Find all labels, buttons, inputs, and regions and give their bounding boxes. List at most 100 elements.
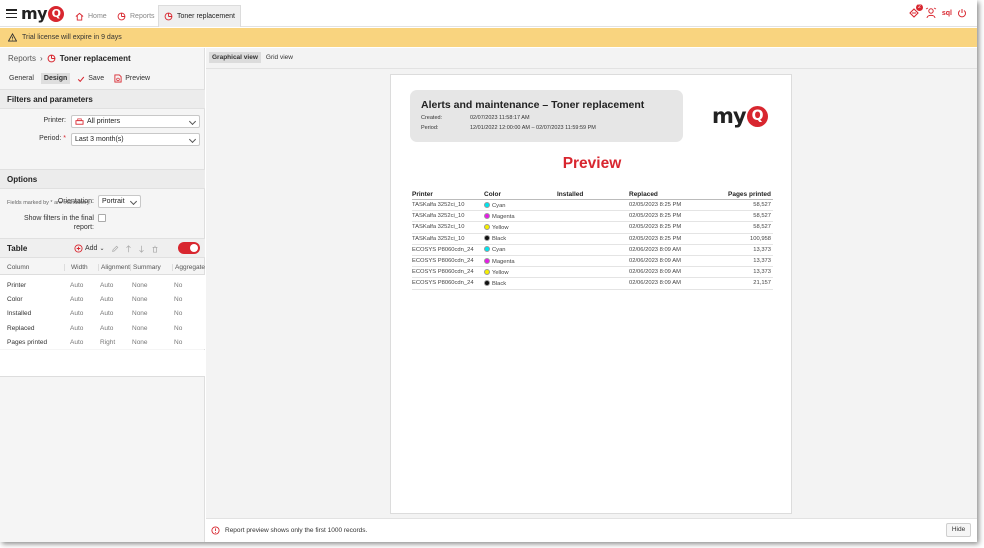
color-name: Magenta — [492, 213, 515, 220]
pages-cell: 13,373 — [753, 258, 771, 265]
save-button[interactable]: Save — [74, 73, 107, 85]
report-icon — [117, 12, 126, 20]
arrow-up-icon[interactable] — [125, 244, 132, 253]
replaced-cell: 02/05/2023 8:25 PM — [629, 235, 682, 242]
header-column: Column — [7, 263, 30, 271]
color-cell: Black — [484, 235, 557, 242]
orientation-select[interactable]: Portrait — [98, 195, 141, 208]
menu-icon[interactable] — [6, 9, 17, 18]
cell: None — [132, 310, 148, 318]
orientation-label: Orientation: — [57, 198, 94, 205]
chevron-down-icon — [188, 117, 197, 126]
cell: None — [132, 295, 148, 303]
created-value: 02/07/2023 11:58:17 AM — [470, 115, 530, 121]
breadcrumb-separator-icon: › — [40, 54, 43, 63]
table-row[interactable]: Printer Auto Auto None No — [0, 278, 205, 293]
color-cell: Yellow — [484, 268, 557, 276]
breadcrumb: Reports › Toner replacement — [8, 54, 131, 63]
color-name: Black — [492, 236, 507, 243]
cell: None — [132, 281, 148, 289]
preview-watermark: Preview — [562, 155, 622, 172]
replaced-cell: 02/06/2023 8:09 AM — [629, 269, 681, 276]
add-column-button[interactable]: Add ⌄ — [74, 244, 105, 253]
report-row: TASKalfa 3252ci_10 Black 02/05/2023 8:25 P… — [412, 234, 773, 245]
cell: No — [174, 324, 183, 332]
tab-grid-view[interactable]: Grid view — [263, 52, 296, 63]
table-row[interactable]: Color Auto Auto None No — [0, 292, 205, 307]
notifications-button[interactable]: 2 — [908, 4, 923, 19]
table-row[interactable]: Replaced Auto Auto None No — [0, 320, 205, 336]
pages-cell: 58,527 — [753, 213, 771, 220]
top-bar: my Q Home Reports Toner replacement 2 sql — [0, 0, 977, 27]
header-pages: Pages printed — [728, 190, 771, 198]
period-meta-label: Period: — [421, 125, 439, 131]
color-swatch — [484, 201, 490, 208]
color-name: Cyan — [492, 247, 506, 254]
cell: No — [174, 281, 183, 289]
table-row[interactable]: Installed Auto Auto None No — [0, 306, 205, 321]
color-swatch — [484, 257, 490, 264]
arrow-down-icon[interactable] — [138, 245, 145, 253]
cell: Auto — [70, 338, 84, 346]
printer-cell: ECOSYS P8060cdn_24 — [412, 258, 474, 265]
user-name[interactable]: sql — [942, 10, 952, 17]
cell: No — [174, 338, 183, 346]
tab-toner-replacement[interactable]: Toner replacement — [158, 5, 241, 27]
power-icon[interactable] — [957, 8, 967, 18]
check-icon — [78, 76, 85, 82]
brand-logo[interactable]: my Q — [21, 4, 65, 23]
show-filters-label-line1: Show filters in the final — [23, 215, 94, 222]
report-row: ECOSYS P8060cdn_24 Black 02/06/2023 8:09 A… — [412, 278, 773, 290]
trash-icon[interactable] — [151, 245, 159, 253]
save-label: Save — [88, 75, 105, 82]
breadcrumb-reports[interactable]: Reports — [8, 54, 36, 63]
report-row: ECOSYS P8060cdn_24 Yellow 02/06/2023 8:09 … — [412, 267, 773, 279]
printer-cell: TASKalfa 3252ci_10 — [412, 235, 465, 242]
color-cell: Cyan — [484, 246, 557, 253]
report-subnav: General Design Save Preview — [6, 72, 153, 85]
filters-heading: Filters and parameters — [0, 89, 205, 109]
preview-area: Graphical view Grid view Alerts and main… — [206, 48, 977, 518]
cell: None — [132, 324, 148, 332]
preview-button[interactable]: Preview — [111, 72, 153, 85]
show-filters-label-line2: report: — [73, 224, 94, 231]
header-summary: Summary — [130, 263, 172, 271]
edit-icon[interactable] — [111, 245, 119, 253]
columns-grid: Column Width Alignment Summary Aggregate… — [0, 260, 205, 350]
tab-reports[interactable]: Reports — [112, 5, 160, 27]
preview-icon — [114, 74, 122, 83]
report-logo: my Q — [712, 104, 768, 128]
pages-cell: 21,157 — [753, 280, 771, 287]
table-toggle[interactable] — [178, 242, 200, 254]
cell: Auto — [70, 324, 84, 332]
color-cell: Magenta — [484, 212, 557, 220]
tab-general[interactable]: General — [6, 73, 37, 84]
color-swatch — [484, 279, 490, 286]
cell: Auto — [100, 324, 114, 332]
period-select-value: Last 3 month(s) — [75, 136, 124, 143]
show-filters-checkbox[interactable] — [98, 214, 106, 222]
color-name: Yellow — [492, 224, 509, 231]
color-cell: Black — [484, 279, 557, 287]
color-swatch — [484, 246, 490, 253]
color-name: Cyan — [492, 202, 506, 209]
printer-cell: TASKalfa 3252ci_10 — [412, 224, 465, 231]
report-created: Created: 02/07/2023 11:58:17 AM — [421, 115, 530, 121]
user-icon[interactable] — [925, 7, 937, 19]
table-heading: Table — [7, 244, 28, 253]
cell: Printer — [7, 281, 27, 289]
color-cell: Cyan — [484, 201, 557, 209]
cell: No — [174, 295, 183, 303]
tab-home[interactable]: Home — [70, 5, 112, 27]
table-row[interactable]: Pages printed Auto Right None No — [0, 335, 205, 350]
printer-select[interactable]: All printers — [71, 115, 200, 128]
tab-graphical-view[interactable]: Graphical view — [209, 52, 261, 63]
color-swatch — [484, 268, 490, 275]
period-select[interactable]: Last 3 month(s) — [71, 133, 200, 146]
tab-design[interactable]: Design — [40, 73, 71, 84]
color-swatch — [484, 235, 490, 242]
color-cell: Yellow — [484, 223, 557, 231]
hide-button[interactable]: Hide — [946, 523, 971, 537]
printer-cell: TASKalfa 3252ci_10 — [412, 202, 465, 209]
created-label: Created: — [421, 115, 443, 121]
